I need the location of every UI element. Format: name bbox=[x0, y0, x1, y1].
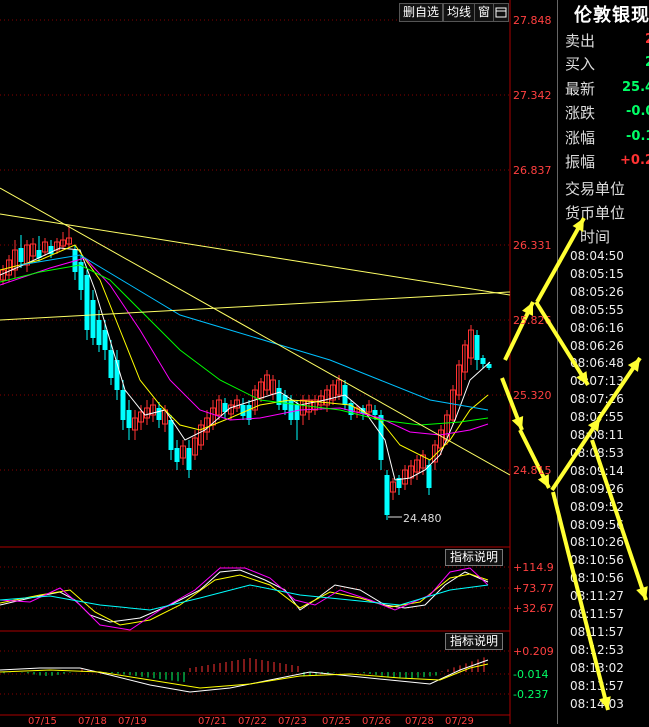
candle-body bbox=[96, 320, 102, 345]
amplitude-value: +0.2 bbox=[620, 153, 649, 168]
indicator-help-button[interactable]: 指标说明 bbox=[445, 633, 504, 650]
candle-body bbox=[108, 350, 114, 378]
candle-body bbox=[174, 448, 180, 462]
tick-time: 08:09:14 bbox=[570, 463, 624, 478]
tick-time: 08:13:02 bbox=[570, 660, 624, 675]
tick-time: 08:06:48 bbox=[570, 356, 624, 371]
tick-time: 08:04:50 bbox=[570, 249, 624, 263]
candle-body bbox=[156, 408, 162, 420]
change-label: 涨跌 bbox=[565, 104, 596, 122]
tick-time: 08:05:15 bbox=[570, 266, 624, 281]
date-label: 07/28 bbox=[405, 716, 434, 727]
last-price-label: 最新 bbox=[565, 80, 596, 98]
bid-label: 买入 bbox=[565, 55, 596, 73]
currency-unit-label: 货币单位 bbox=[565, 204, 626, 222]
tick-time: 08:07:26 bbox=[570, 392, 624, 407]
tick-time: 08:05:55 bbox=[570, 302, 624, 317]
indicator-level: +32.67 bbox=[513, 602, 554, 615]
tick-time: 08:10:56 bbox=[570, 571, 624, 586]
date-label: 07/23 bbox=[278, 716, 307, 727]
date-label: 07/26 bbox=[362, 716, 391, 727]
candle-body bbox=[126, 410, 132, 428]
price-label: 25.320 bbox=[513, 389, 552, 402]
indicator-level: +0.209 bbox=[513, 645, 554, 658]
ask-value: 2 bbox=[645, 32, 649, 47]
low-price-marker: 24.480 bbox=[403, 512, 442, 525]
tick-time: 08:12:53 bbox=[570, 642, 624, 657]
indicator-level: +73.77 bbox=[513, 582, 554, 595]
price-label: 25.826 bbox=[513, 314, 552, 327]
candle-body bbox=[168, 420, 174, 450]
moving-average-button[interactable]: 均线 bbox=[443, 3, 476, 22]
tick-time: 08:08:53 bbox=[570, 445, 624, 460]
date-label: 07/22 bbox=[238, 716, 267, 727]
indicator-level: -0.014 bbox=[513, 668, 549, 681]
tick-time: 08:11:57 bbox=[570, 624, 624, 639]
remove-favorite-button[interactable]: 删自选 bbox=[399, 3, 444, 22]
candle-body bbox=[480, 358, 486, 364]
price-label: 27.342 bbox=[513, 89, 552, 102]
tick-time: 08:05:26 bbox=[570, 284, 624, 299]
tick-time: 08:13:57 bbox=[570, 678, 624, 693]
date-label: 07/18 bbox=[78, 716, 107, 727]
candle-body bbox=[288, 400, 294, 420]
price-label: 27.848 bbox=[513, 14, 552, 27]
candle-body bbox=[120, 390, 126, 420]
change-value: -0.0 bbox=[626, 104, 649, 119]
ask-label: 卖出 bbox=[565, 32, 596, 50]
tick-time: 08:09:26 bbox=[570, 481, 624, 496]
price-label: 24.815 bbox=[513, 464, 552, 477]
candle-body bbox=[246, 405, 252, 420]
candle-body bbox=[384, 475, 390, 515]
tick-time: 08:07:13 bbox=[570, 374, 624, 389]
date-label: 07/21 bbox=[198, 716, 227, 727]
tick-time: 08:11:57 bbox=[570, 607, 624, 621]
tick-time: 08:10:56 bbox=[570, 553, 624, 568]
price-label: 26.331 bbox=[513, 239, 552, 252]
price-label: 26.837 bbox=[513, 164, 552, 177]
chart-background bbox=[0, 0, 510, 724]
tick-time: 08:09:56 bbox=[570, 517, 624, 532]
tick-time: 08:09:52 bbox=[570, 499, 624, 514]
bid-value: 2 bbox=[645, 55, 649, 70]
tick-time: 08:10:26 bbox=[570, 535, 624, 550]
candle-body bbox=[294, 405, 300, 420]
change-pct-value: -0.1 bbox=[626, 129, 649, 144]
instrument-title: 伦敦银现 bbox=[574, 5, 649, 26]
date-label: 07/29 bbox=[445, 716, 474, 727]
candle-body bbox=[372, 410, 378, 415]
candle-body bbox=[474, 335, 480, 360]
candle-body bbox=[18, 248, 24, 262]
indicator-help-button[interactable]: 指标说明 bbox=[445, 549, 504, 566]
window-resize-icon[interactable] bbox=[493, 3, 509, 22]
time-header: 时间 bbox=[580, 228, 611, 246]
amplitude-label: 振幅 bbox=[565, 153, 596, 171]
tick-time: 08:08:11 bbox=[570, 428, 624, 442]
tick-time: 08:14:03 bbox=[570, 696, 624, 711]
indicator-level: -0.237 bbox=[513, 688, 549, 701]
last-price-value: 25.4 bbox=[622, 80, 649, 95]
date-label: 07/15 bbox=[28, 716, 57, 727]
tick-time: 08:07:55 bbox=[570, 410, 624, 425]
date-label: 07/19 bbox=[118, 716, 147, 727]
change-pct-label: 涨幅 bbox=[565, 129, 596, 147]
candle-body bbox=[240, 405, 246, 416]
tick-time: 08:06:26 bbox=[570, 338, 624, 353]
tick-time: 08:11:27 bbox=[570, 589, 624, 604]
candle-body bbox=[90, 300, 96, 338]
tick-time: 08:06:16 bbox=[570, 320, 624, 335]
window-button[interactable]: 窗 bbox=[474, 3, 495, 22]
indicator-level: +114.9 bbox=[513, 561, 554, 574]
trade-unit-label: 交易单位 bbox=[565, 180, 626, 198]
candle-body bbox=[102, 330, 108, 350]
date-label: 07/25 bbox=[322, 716, 351, 727]
kline-chart[interactable] bbox=[0, 0, 557, 724]
candle-body bbox=[84, 275, 90, 330]
candle-body bbox=[186, 448, 192, 470]
